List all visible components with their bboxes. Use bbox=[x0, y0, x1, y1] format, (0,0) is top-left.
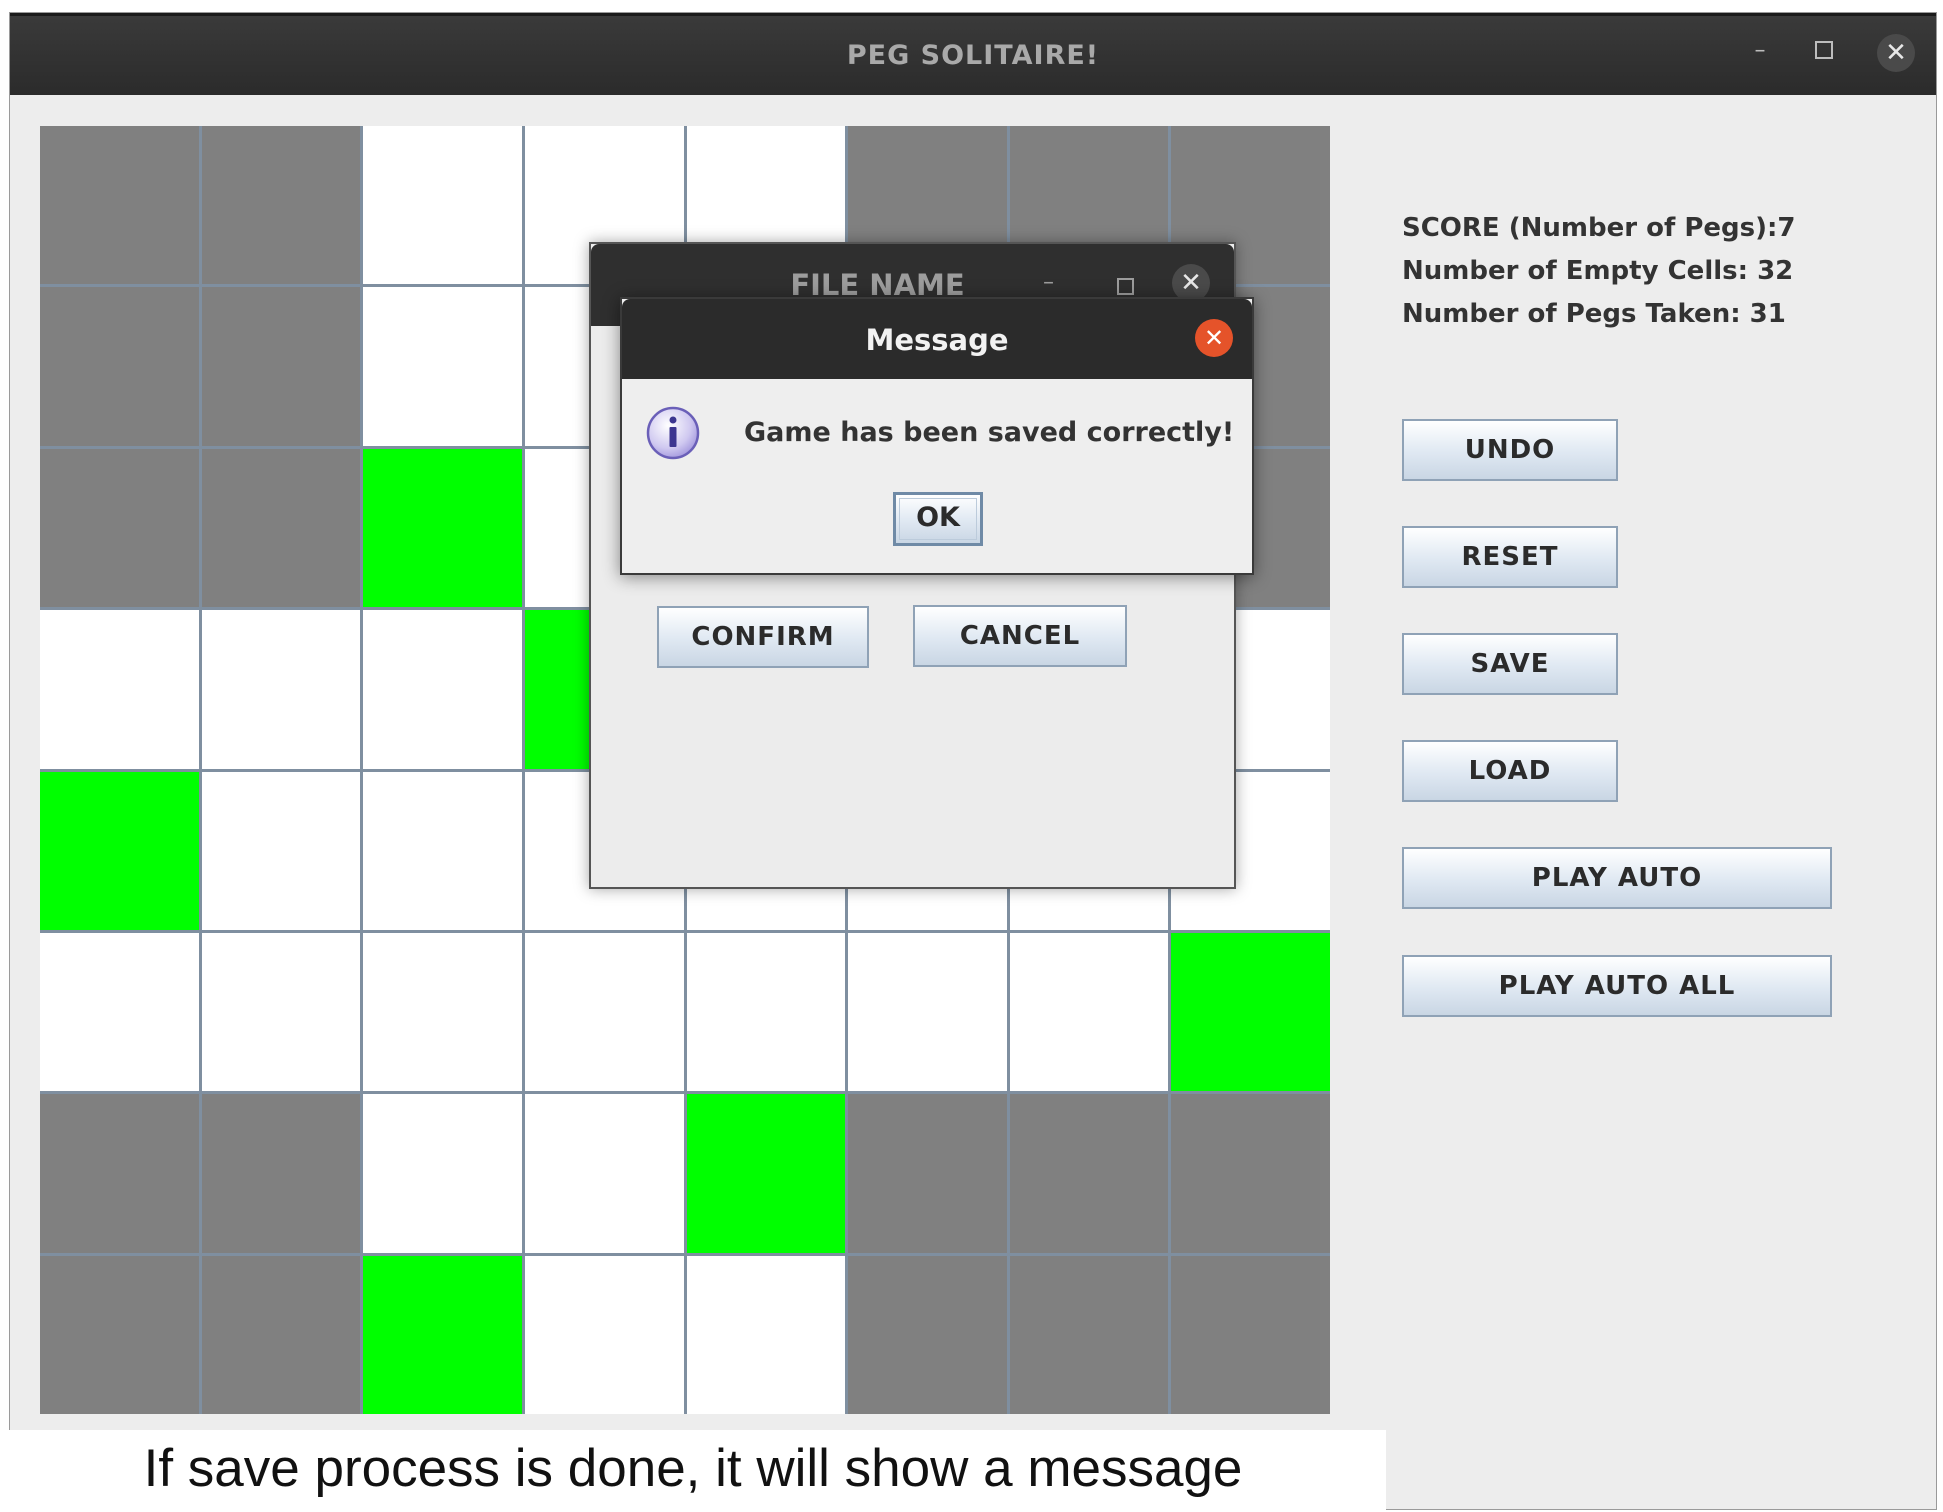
board-cell-empty[interactable] bbox=[40, 610, 199, 769]
ok-button[interactable]: OK bbox=[893, 492, 983, 546]
board-cell-empty[interactable] bbox=[363, 287, 522, 446]
board-cell-empty[interactable] bbox=[524, 1255, 684, 1414]
board-cell-empty[interactable] bbox=[524, 932, 684, 1092]
window-titlebar: PEG SOLITAIRE! – ✕ bbox=[10, 13, 1936, 95]
board-cell-invalid bbox=[40, 287, 199, 446]
board-cell-empty[interactable] bbox=[363, 126, 522, 285]
undo-button[interactable]: UNDO bbox=[1402, 419, 1618, 481]
file-dialog-minimize-icon[interactable]: – bbox=[1043, 270, 1054, 295]
board-cell-invalid bbox=[40, 126, 199, 285]
board-cell-empty[interactable] bbox=[40, 932, 199, 1092]
score-label: SCORE (Number of Pegs):7 bbox=[1402, 213, 1796, 243]
board-cell-peg[interactable] bbox=[40, 771, 199, 930]
confirm-button[interactable]: CONFIRM bbox=[657, 606, 869, 668]
board-cell-peg[interactable] bbox=[363, 448, 522, 608]
close-icon[interactable]: ✕ bbox=[1877, 34, 1915, 72]
message-dialog-titlebar: Message ✕ bbox=[622, 299, 1252, 379]
board-cell-empty[interactable] bbox=[363, 1094, 522, 1253]
file-dialog-maximize-icon[interactable] bbox=[1117, 278, 1134, 295]
board-cell-invalid bbox=[1171, 1094, 1330, 1253]
board-cell-peg[interactable] bbox=[1171, 932, 1330, 1092]
message-text: Game has been saved correctly! bbox=[744, 417, 1235, 448]
cancel-button[interactable]: CANCEL bbox=[913, 605, 1127, 667]
save-button[interactable]: SAVE bbox=[1402, 633, 1618, 695]
board-cell-peg[interactable] bbox=[686, 1094, 846, 1253]
info-icon bbox=[646, 406, 700, 460]
board-cell-empty[interactable] bbox=[201, 771, 361, 930]
board-cell-empty[interactable] bbox=[363, 610, 522, 769]
board-cell-invalid bbox=[201, 1255, 361, 1414]
load-button[interactable]: LOAD bbox=[1402, 740, 1618, 802]
board-cell-empty[interactable] bbox=[363, 771, 522, 930]
board-cell-invalid bbox=[1171, 1255, 1330, 1414]
minimize-icon[interactable]: – bbox=[1745, 38, 1775, 68]
board-cell-peg[interactable] bbox=[363, 1255, 522, 1414]
board-cell-invalid bbox=[40, 1094, 199, 1253]
stats-panel: SCORE (Number of Pegs):7 Number of Empty… bbox=[1402, 207, 1795, 336]
board-cell-empty[interactable] bbox=[201, 932, 361, 1092]
board-cell-invalid bbox=[201, 448, 361, 608]
reset-button[interactable]: RESET bbox=[1402, 526, 1618, 588]
message-dialog-close-icon[interactable]: ✕ bbox=[1195, 319, 1233, 357]
maximize-icon[interactable] bbox=[1815, 41, 1833, 59]
empty-cells-label: Number of Empty Cells: 32 bbox=[1402, 256, 1794, 286]
play-auto-button[interactable]: PLAY AUTO bbox=[1402, 847, 1832, 909]
board-cell-invalid bbox=[1009, 1255, 1169, 1414]
pegs-taken-label: Number of Pegs Taken: 31 bbox=[1402, 299, 1786, 329]
message-dialog: Message ✕ Game has been saved correctly!… bbox=[620, 297, 1254, 575]
board-cell-empty[interactable] bbox=[201, 610, 361, 769]
board-cell-invalid bbox=[201, 1094, 361, 1253]
board-cell-invalid bbox=[201, 126, 361, 285]
caption-text: If save process is done, it will show a … bbox=[0, 1430, 1386, 1512]
board-cell-empty[interactable] bbox=[1009, 932, 1169, 1092]
board-cell-empty[interactable] bbox=[686, 932, 846, 1092]
message-dialog-title: Message bbox=[865, 323, 1009, 357]
board-cell-empty[interactable] bbox=[686, 1255, 846, 1414]
board-cell-empty[interactable] bbox=[848, 932, 1007, 1092]
board-cell-invalid bbox=[40, 1255, 199, 1414]
play-auto-all-button[interactable]: PLAY AUTO ALL bbox=[1402, 955, 1832, 1017]
board-cell-invalid bbox=[40, 448, 199, 608]
screenshot-border bbox=[0, 0, 1943, 10]
window-title: PEG SOLITAIRE! bbox=[846, 40, 1100, 71]
board-cell-invalid bbox=[201, 287, 361, 446]
board-cell-empty[interactable] bbox=[363, 932, 522, 1092]
board-cell-invalid bbox=[1009, 1094, 1169, 1253]
board-cell-empty[interactable] bbox=[524, 1094, 684, 1253]
board-cell-invalid bbox=[848, 1094, 1007, 1253]
board-cell-invalid bbox=[848, 1255, 1007, 1414]
